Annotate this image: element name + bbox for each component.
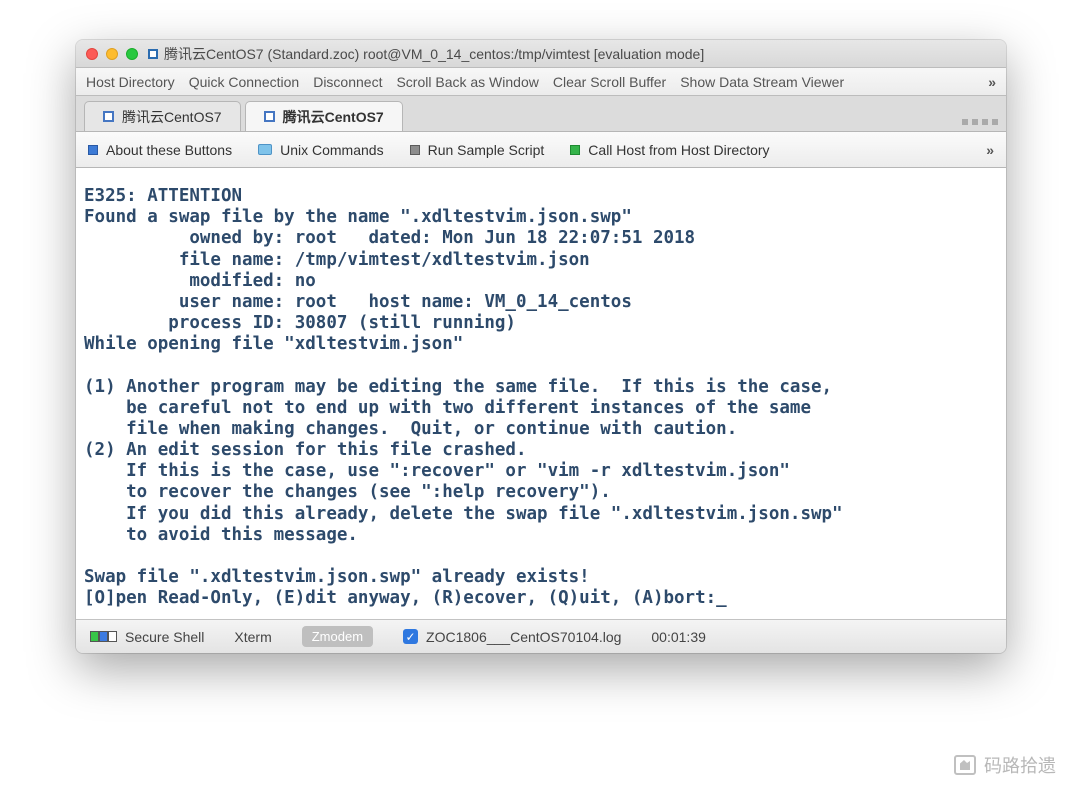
menu-disconnect[interactable]: Disconnect — [313, 74, 382, 90]
tab-session-2[interactable]: 腾讯云CentOS7 — [245, 101, 403, 131]
menu-clear-scroll[interactable]: Clear Scroll Buffer — [553, 74, 666, 90]
btn-label: About these Buttons — [106, 142, 232, 158]
monitors-icon — [90, 631, 117, 642]
status-timer: 00:01:39 — [651, 629, 706, 645]
menu-bar: Host Directory Quick Connection Disconne… — [76, 68, 1006, 96]
menu-quick-connection[interactable]: Quick Connection — [189, 74, 300, 90]
tab-bar: 腾讯云CentOS7 腾讯云CentOS7 — [76, 96, 1006, 132]
button-bar-more-icon[interactable]: » — [986, 142, 994, 158]
status-terminal-type[interactable]: Xterm — [234, 629, 271, 645]
tab-thumb-toggle[interactable] — [962, 119, 998, 131]
square-icon — [410, 145, 420, 155]
watermark-icon — [954, 755, 976, 775]
status-log-label: ZOC1806___CentOS70104.log — [426, 629, 621, 645]
minimize-icon[interactable] — [106, 48, 118, 60]
button-bar: About these Buttons Unix Commands Run Sa… — [76, 132, 1006, 168]
terminal-output[interactable]: E325: ATTENTION Found a swap file by the… — [76, 168, 1006, 619]
btn-label: Unix Commands — [280, 142, 383, 158]
folder-icon — [258, 144, 272, 155]
status-log[interactable]: ✓ ZOC1806___CentOS70104.log — [403, 629, 621, 645]
square-icon — [88, 145, 98, 155]
status-connection[interactable]: Secure Shell — [90, 629, 204, 645]
watermark-text: 码路拾遗 — [984, 752, 1056, 778]
menu-more-icon[interactable]: » — [988, 74, 996, 90]
tab-label: 腾讯云CentOS7 — [122, 107, 222, 127]
watermark: 码路拾遗 — [954, 752, 1056, 778]
tab-icon — [264, 111, 275, 122]
window-title: 腾讯云CentOS7 (Standard.zoc) root@VM_0_14_c… — [164, 44, 704, 64]
btn-label: Run Sample Script — [428, 142, 545, 158]
menu-scrollback-window[interactable]: Scroll Back as Window — [396, 74, 538, 90]
tab-icon — [103, 111, 114, 122]
zoom-icon[interactable] — [126, 48, 138, 60]
status-protocol[interactable]: Zmodem — [302, 626, 373, 647]
close-icon[interactable] — [86, 48, 98, 60]
window-controls — [86, 48, 138, 60]
checkbox-icon[interactable]: ✓ — [403, 629, 418, 644]
titlebar[interactable]: 腾讯云CentOS7 (Standard.zoc) root@VM_0_14_c… — [76, 40, 1006, 68]
tab-session-1[interactable]: 腾讯云CentOS7 — [84, 101, 241, 131]
status-bar: Secure Shell Xterm Zmodem ✓ ZOC1806___Ce… — [76, 619, 1006, 653]
btn-call-host[interactable]: Call Host from Host Directory — [570, 142, 769, 158]
btn-run-sample-script[interactable]: Run Sample Script — [410, 142, 545, 158]
tab-label: 腾讯云CentOS7 — [283, 107, 384, 127]
square-icon — [570, 145, 580, 155]
status-conn-label: Secure Shell — [125, 629, 204, 645]
app-icon — [148, 49, 158, 59]
btn-unix-commands[interactable]: Unix Commands — [258, 142, 383, 158]
menu-data-stream[interactable]: Show Data Stream Viewer — [680, 74, 844, 90]
app-window: 腾讯云CentOS7 (Standard.zoc) root@VM_0_14_c… — [76, 40, 1006, 653]
menu-host-directory[interactable]: Host Directory — [86, 74, 175, 90]
btn-about-buttons[interactable]: About these Buttons — [88, 142, 232, 158]
btn-label: Call Host from Host Directory — [588, 142, 769, 158]
